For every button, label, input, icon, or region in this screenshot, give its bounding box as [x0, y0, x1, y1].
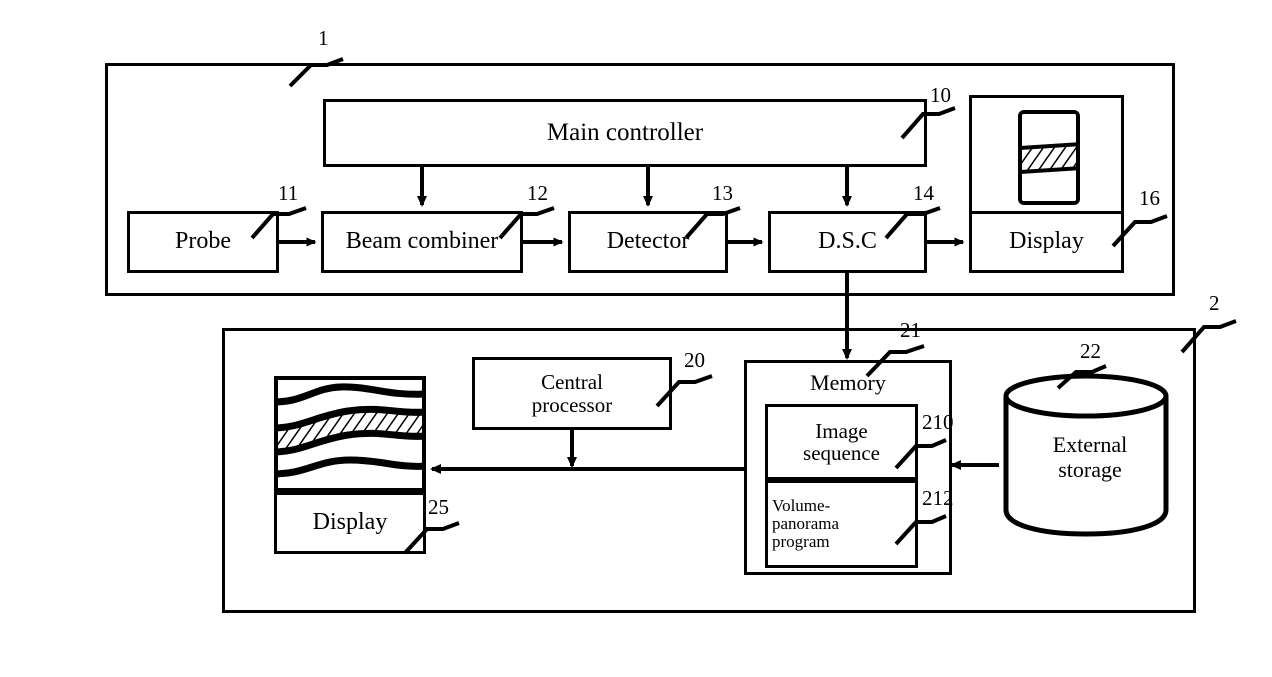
leader-line-21 [865, 344, 925, 378]
image-sequence-label-line2: sequence [803, 441, 880, 465]
patent-figure: 1 Main controller 10 Probe 11 Beam combi… [0, 0, 1272, 677]
leader-line-212 [894, 514, 947, 546]
external-storage-label-line2: storage [1058, 456, 1122, 482]
external-storage-label: External storage [1006, 432, 1174, 482]
leader-line-2 [1180, 319, 1237, 354]
volume-panorama-program-label-line1: Volume- [772, 496, 831, 516]
leader-line-210 [894, 438, 947, 470]
central-processor-label-line1: Central [541, 370, 603, 395]
external-storage-label-line1: External [1052, 432, 1128, 457]
central-processor-label-line2: processor [531, 392, 613, 417]
display-lower-label: Display [312, 509, 388, 536]
display-lower-screen [274, 376, 426, 492]
leader-line-25 [403, 521, 460, 555]
image-sequence-label-line1: Image [815, 418, 868, 443]
volume-panorama-program-label-line3: program [772, 531, 830, 551]
leader-line-20 [655, 374, 713, 408]
central-processor-block[interactable]: Central processor [472, 357, 672, 430]
leader-line-22 [1056, 364, 1107, 390]
volume-panorama-image [278, 380, 422, 488]
volume-panorama-program-label-line2: panorama [772, 514, 840, 534]
